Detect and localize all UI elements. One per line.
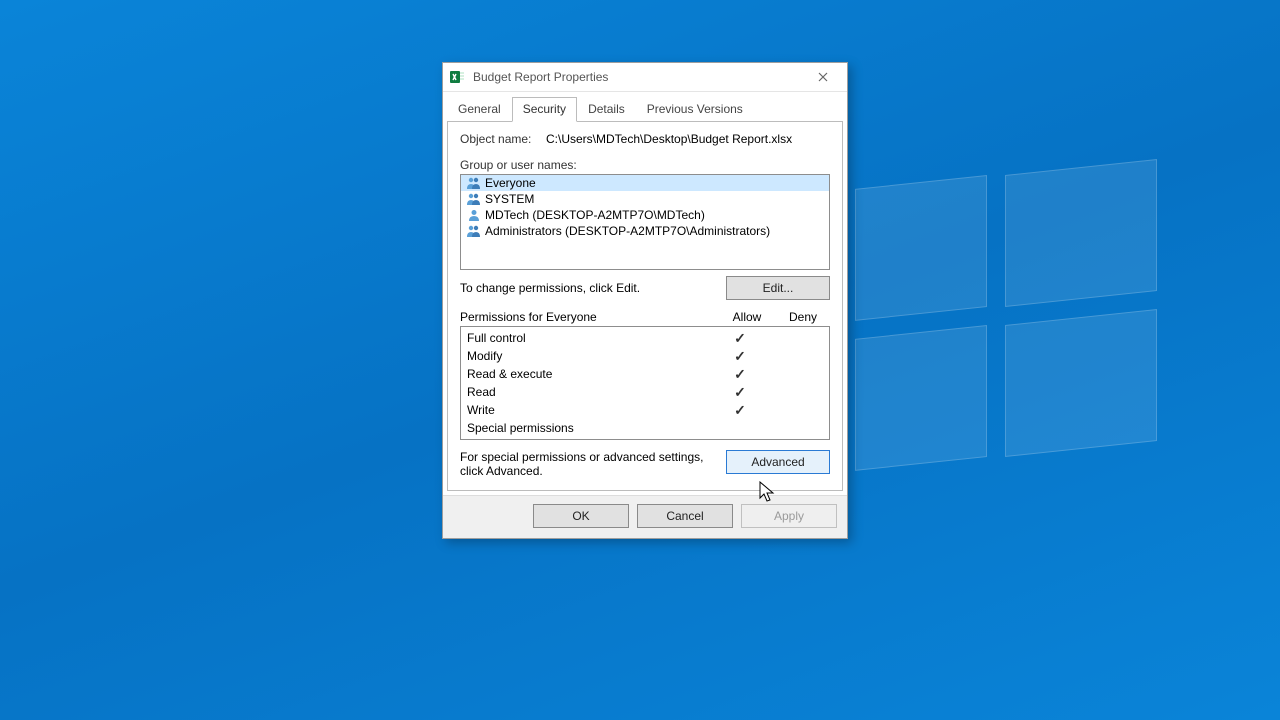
deny-column-header: Deny	[776, 310, 830, 324]
tab-general[interactable]: General	[447, 97, 512, 122]
permission-name: Read & execute	[467, 367, 711, 381]
tab-details[interactable]: Details	[577, 97, 636, 122]
permission-row[interactable]: Write✓	[461, 401, 829, 419]
tab-security[interactable]: Security	[512, 97, 577, 122]
object-name-label: Object name:	[460, 132, 546, 146]
user-icon	[465, 208, 483, 222]
permission-name: Special permissions	[467, 421, 711, 435]
permission-row[interactable]: Read & execute✓	[461, 365, 829, 383]
excel-file-icon	[449, 69, 465, 85]
title-bar[interactable]: Budget Report Properties	[443, 63, 847, 92]
permission-allow-cell: ✓	[711, 402, 769, 419]
cancel-button[interactable]: Cancel	[637, 504, 733, 528]
permission-allow-cell: ✓	[711, 348, 769, 365]
permissions-list[interactable]: Full control✓Modify✓Read & execute✓Read✓…	[460, 326, 830, 440]
apply-button[interactable]: Apply	[741, 504, 837, 528]
dialog-button-bar: OK Cancel Apply	[443, 495, 847, 538]
properties-dialog: Budget Report Properties General Securit…	[442, 62, 848, 539]
edit-button[interactable]: Edit...	[726, 276, 830, 300]
permission-name: Read	[467, 385, 711, 399]
group-item-name: MDTech (DESKTOP-A2MTP7O\MDTech)	[485, 208, 705, 222]
group-item[interactable]: SYSTEM	[461, 191, 829, 207]
group-icon	[465, 224, 483, 238]
permission-row[interactable]: Special permissions	[461, 419, 829, 437]
permission-name: Full control	[467, 331, 711, 345]
group-icon	[465, 192, 483, 206]
advanced-button[interactable]: Advanced	[726, 450, 830, 474]
group-item[interactable]: MDTech (DESKTOP-A2MTP7O\MDTech)	[461, 207, 829, 223]
group-icon	[465, 176, 483, 190]
object-path: C:\Users\MDTech\Desktop\Budget Report.xl…	[546, 132, 830, 146]
dialog-title: Budget Report Properties	[473, 70, 805, 84]
advanced-hint-text: For special permissions or advanced sett…	[460, 450, 726, 478]
permission-name: Modify	[467, 349, 711, 363]
desktop: Budget Report Properties General Securit…	[0, 0, 1280, 720]
permissions-for-label: Permissions for Everyone	[460, 310, 718, 324]
permission-allow-cell: ✓	[711, 384, 769, 401]
group-item-name: Everyone	[485, 176, 536, 190]
edit-hint-text: To change permissions, click Edit.	[460, 281, 726, 295]
permission-name: Write	[467, 403, 711, 417]
group-item[interactable]: Everyone	[461, 175, 829, 191]
group-names-label: Group or user names:	[460, 158, 830, 172]
windows-logo	[855, 175, 1155, 475]
allow-column-header: Allow	[718, 310, 776, 324]
permission-row[interactable]: Full control✓	[461, 329, 829, 347]
ok-button[interactable]: OK	[533, 504, 629, 528]
permission-allow-cell: ✓	[711, 366, 769, 383]
tab-previous-versions[interactable]: Previous Versions	[636, 97, 754, 122]
tab-strip: General Security Details Previous Versio…	[443, 92, 847, 121]
permission-allow-cell: ✓	[711, 330, 769, 347]
group-item-name: SYSTEM	[485, 192, 534, 206]
group-item[interactable]: Administrators (DESKTOP-A2MTP7O\Administ…	[461, 223, 829, 239]
permission-row[interactable]: Modify✓	[461, 347, 829, 365]
close-button[interactable]	[805, 66, 841, 88]
group-user-list[interactable]: Everyone SYSTEM MDTech (DESKTOP-A2MTP7O\MD…	[460, 174, 830, 270]
group-item-name: Administrators (DESKTOP-A2MTP7O\Administ…	[485, 224, 770, 238]
security-tab-body: Object name: C:\Users\MDTech\Desktop\Bud…	[447, 121, 843, 491]
permission-row[interactable]: Read✓	[461, 383, 829, 401]
